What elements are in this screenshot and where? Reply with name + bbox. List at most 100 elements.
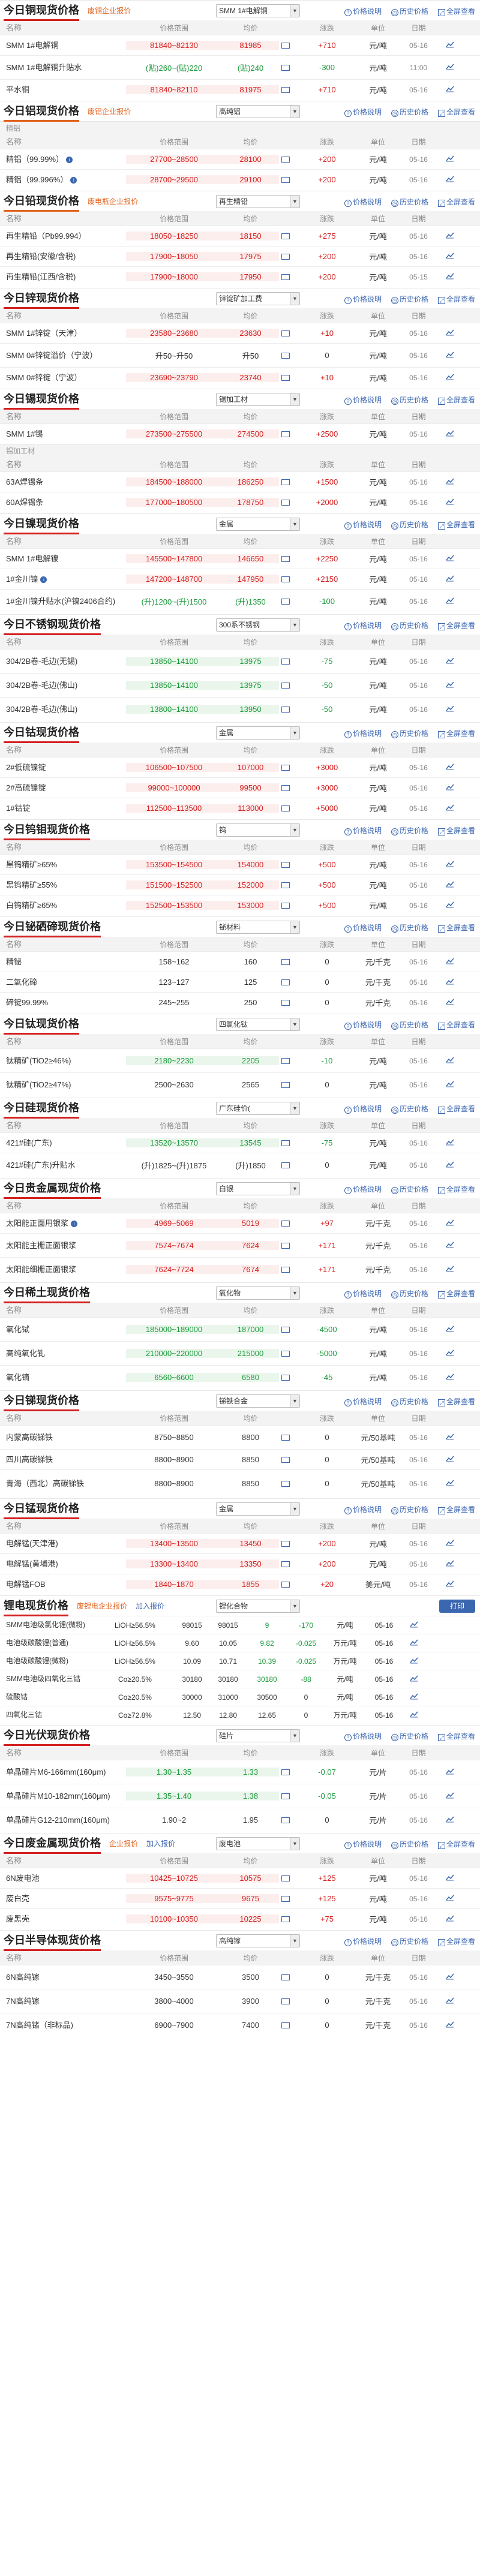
header-link-2[interactable]: ⤢ 全屏查看 <box>433 108 475 117</box>
trend-chart-icon[interactable] <box>446 85 454 92</box>
header-link-0[interactable]: ? 价格说明 <box>340 295 382 304</box>
trend-chart-icon[interactable] <box>446 804 454 811</box>
envelope-icon[interactable] <box>281 1581 290 1588</box>
envelope-icon[interactable] <box>281 784 290 791</box>
header-link-0[interactable]: ? 价格说明 <box>340 621 382 630</box>
envelope-icon[interactable] <box>281 156 290 163</box>
envelope-icon[interactable] <box>281 253 290 260</box>
envelope-icon[interactable] <box>281 682 290 689</box>
envelope-icon[interactable] <box>281 861 290 868</box>
trend-chart-icon[interactable] <box>446 63 454 70</box>
category-select[interactable]: 铋材料 ▼ <box>216 921 300 934</box>
trend-chart-icon[interactable] <box>446 1325 454 1332</box>
trend-chart-icon[interactable] <box>446 1479 454 1486</box>
category-select[interactable]: 钨 ▼ <box>216 823 300 837</box>
header-link-2[interactable]: ⤢ 全屏查看 <box>433 1289 475 1298</box>
trend-chart-icon[interactable] <box>446 880 454 888</box>
category-select[interactable]: 锑铁合金 ▼ <box>216 1394 300 1408</box>
envelope-icon[interactable] <box>281 1326 290 1333</box>
trend-chart-icon[interactable] <box>446 2021 454 2028</box>
trend-chart-icon[interactable] <box>446 41 454 48</box>
envelope-icon[interactable] <box>281 706 290 713</box>
header-link-1[interactable]: ◷ 历史价格 <box>386 1505 428 1514</box>
trend-chart-icon[interactable] <box>410 1711 418 1718</box>
envelope-icon[interactable] <box>281 555 290 562</box>
envelope-icon[interactable] <box>281 1242 290 1249</box>
enterprise-quote-link[interactable]: 废电瓶企业报价 <box>88 196 138 206</box>
category-select[interactable]: SMM 1#电解铜 ▼ <box>216 4 300 17</box>
header-link-0[interactable]: ? 价格说明 <box>340 198 382 207</box>
header-link-1[interactable]: ◷ 历史价格 <box>386 521 428 530</box>
trend-chart-icon[interactable] <box>446 1580 454 1587</box>
envelope-icon[interactable] <box>281 431 290 437</box>
trend-chart-icon[interactable] <box>446 1539 454 1546</box>
category-select[interactable]: 再生精铅 ▼ <box>216 195 300 208</box>
category-select[interactable]: 锡加工材 ▼ <box>216 393 300 406</box>
trend-chart-icon[interactable] <box>410 1675 418 1682</box>
envelope-icon[interactable] <box>281 1081 290 1088</box>
header-link-0[interactable]: ? 价格说明 <box>340 1021 382 1030</box>
trend-chart-icon[interactable] <box>410 1639 418 1646</box>
header-link-0[interactable]: ? 价格说明 <box>340 924 382 933</box>
header-link-2[interactable]: ⤢ 全屏查看 <box>433 1505 475 1514</box>
header-link-2[interactable]: ⤢ 全屏查看 <box>433 1840 475 1849</box>
trend-chart-icon[interactable] <box>446 1894 454 1901</box>
envelope-icon[interactable] <box>281 2022 290 2028</box>
trend-chart-icon[interactable] <box>446 1997 454 2004</box>
header-link-0[interactable]: ? 价格说明 <box>340 108 382 117</box>
category-select[interactable]: 锌锭矿加工费 ▼ <box>216 292 300 305</box>
category-select[interactable]: 白银 ▼ <box>216 1182 300 1195</box>
envelope-icon[interactable] <box>281 273 290 280</box>
trend-chart-icon[interactable] <box>446 498 454 505</box>
envelope-icon[interactable] <box>281 1456 290 1463</box>
envelope-icon[interactable] <box>281 176 290 183</box>
trend-chart-icon[interactable] <box>446 1768 454 1775</box>
envelope-icon[interactable] <box>281 1561 290 1567</box>
header-link-0[interactable]: ? 价格说明 <box>340 521 382 530</box>
envelope-icon[interactable] <box>281 64 290 71</box>
trend-chart-icon[interactable] <box>446 351 454 358</box>
enterprise-quote-link[interactable]: 企业报价 <box>109 1838 138 1848</box>
envelope-icon[interactable] <box>281 1793 290 1799</box>
enterprise-quote-link[interactable]: 废铝企业报价 <box>88 106 131 116</box>
header-link-1[interactable]: ◷ 历史价格 <box>386 1732 428 1741</box>
trend-chart-icon[interactable] <box>410 1657 418 1664</box>
envelope-icon[interactable] <box>281 1974 290 1980</box>
envelope-icon[interactable] <box>281 330 290 336</box>
header-link-0[interactable]: ? 价格说明 <box>340 1289 382 1298</box>
trend-chart-icon[interactable] <box>446 329 454 336</box>
envelope-icon[interactable] <box>281 1220 290 1227</box>
header-link-1[interactable]: ◷ 历史价格 <box>386 295 428 304</box>
trend-chart-icon[interactable] <box>446 657 454 664</box>
info-icon[interactable]: i <box>40 576 47 583</box>
envelope-icon[interactable] <box>281 902 290 909</box>
header-link-2[interactable]: ⤢ 全屏查看 <box>433 396 475 405</box>
trend-chart-icon[interactable] <box>446 554 454 561</box>
trend-chart-icon[interactable] <box>446 575 454 582</box>
header-link-2[interactable]: ⤢ 全屏查看 <box>433 1937 475 1946</box>
envelope-icon[interactable] <box>281 1916 290 1922</box>
header-link-1[interactable]: ◷ 历史价格 <box>386 1397 428 1406</box>
trend-chart-icon[interactable] <box>446 1433 454 1440</box>
header-link-1[interactable]: ◷ 历史价格 <box>386 1021 428 1030</box>
envelope-icon[interactable] <box>281 479 290 485</box>
header-link-2[interactable]: ⤢ 全屏查看 <box>433 1021 475 1030</box>
category-select[interactable]: 高纯镓 ▼ <box>216 1934 300 1947</box>
envelope-icon[interactable] <box>281 86 290 93</box>
trend-chart-icon[interactable] <box>446 1455 454 1462</box>
header-link-0[interactable]: ? 价格说明 <box>340 1732 382 1741</box>
envelope-icon[interactable] <box>281 1140 290 1146</box>
trend-chart-icon[interactable] <box>446 998 454 1005</box>
header-link-2[interactable]: ⤢ 全屏查看 <box>433 295 475 304</box>
trend-chart-icon[interactable] <box>446 252 454 259</box>
header-link-0[interactable]: ? 价格说明 <box>340 1105 382 1114</box>
trend-chart-icon[interactable] <box>446 1219 454 1226</box>
trend-chart-icon[interactable] <box>446 1559 454 1567</box>
category-select[interactable]: 高纯铝 ▼ <box>216 105 300 118</box>
trend-chart-icon[interactable] <box>446 681 454 688</box>
category-select[interactable]: 金属 ▼ <box>216 1502 300 1516</box>
trend-chart-icon[interactable] <box>446 860 454 867</box>
envelope-icon[interactable] <box>281 764 290 771</box>
trend-chart-icon[interactable] <box>446 1265 454 1272</box>
envelope-icon[interactable] <box>281 1540 290 1547</box>
